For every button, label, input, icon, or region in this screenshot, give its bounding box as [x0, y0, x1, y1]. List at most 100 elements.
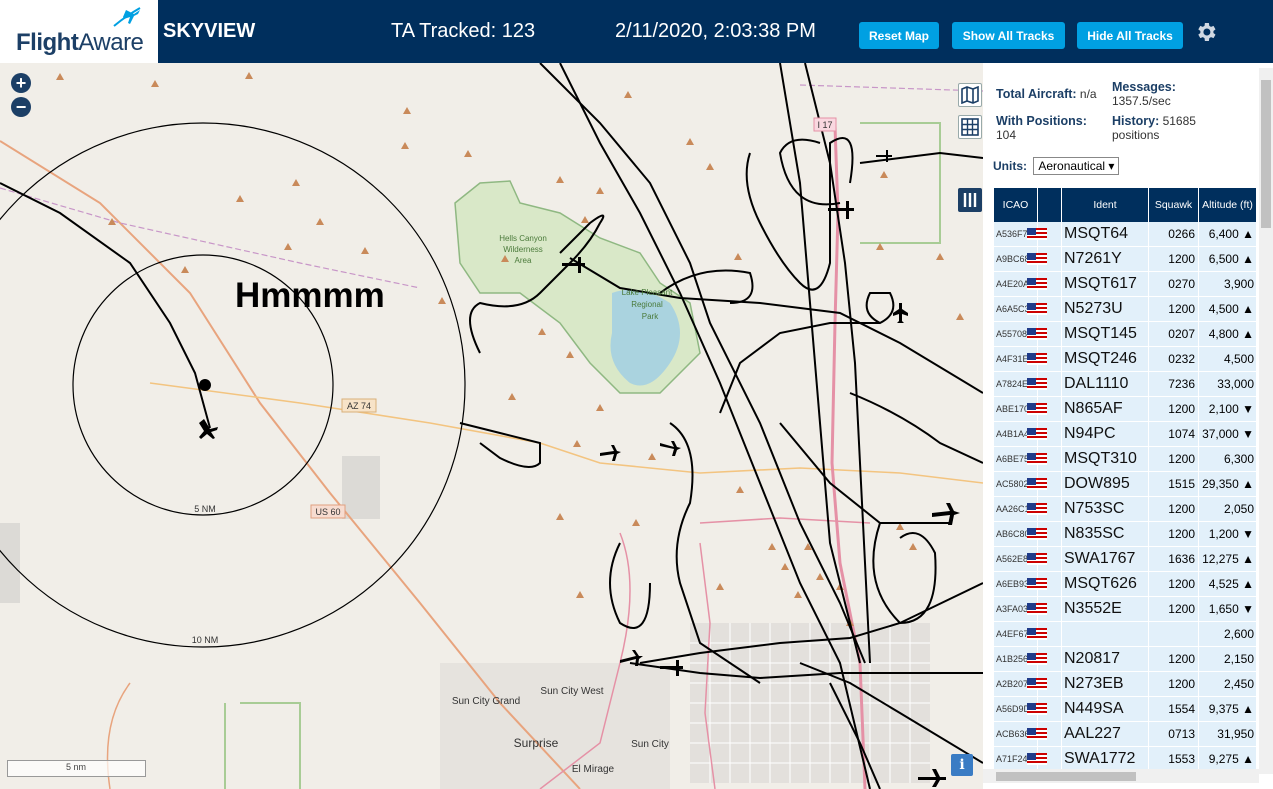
us-flag-icon — [1026, 453, 1047, 465]
table-row[interactable]: A7824E DAL1110 7236 33,000 — [994, 371, 1257, 397]
columns-toggle-button[interactable] — [958, 188, 982, 212]
map-canvas[interactable]: Hells Canyon Wilderness Area Lake Pleasa… — [0, 63, 983, 789]
altitude-cell: 4,525 ▲ — [1199, 571, 1257, 597]
ident-cell: MSQT626 — [1038, 571, 1149, 597]
us-flag-icon — [1026, 678, 1047, 690]
map-icon — [961, 86, 979, 104]
table-row[interactable]: A4B1A4 N94PC 1074 37,000 ▼ — [994, 421, 1257, 447]
squawk-cell: 1553 — [1149, 746, 1199, 772]
squawk-cell: 1200 — [1149, 496, 1199, 522]
squawk-cell: 1636 — [1149, 546, 1199, 572]
table-row[interactable]: A1B256 N20817 1200 2,150 — [994, 646, 1257, 672]
table-header: ICAO Ident Squawk Altitude (ft) — [994, 188, 1257, 222]
altitude-cell: 12,275 ▲ — [1199, 546, 1257, 572]
squawk-cell: 1200 — [1149, 521, 1199, 547]
col-flag[interactable] — [1038, 188, 1062, 222]
map-layers-button[interactable] — [958, 83, 982, 107]
col-icao[interactable]: ICAO — [994, 188, 1038, 222]
altitude-cell: 9,375 ▲ — [1199, 696, 1257, 722]
table-row[interactable]: A6EB93 MSQT626 1200 4,525 ▲ — [994, 571, 1257, 597]
altitude-cell: 37,000 ▼ — [1199, 421, 1257, 447]
map-view[interactable]: Hells Canyon Wilderness Area Lake Pleasa… — [0, 63, 983, 789]
table-row[interactable]: AC5802 DOW895 1515 29,350 ▲ — [994, 471, 1257, 497]
table-row[interactable]: A4EF67 2,600 — [994, 621, 1257, 647]
ident-cell: DAL1110 — [1038, 371, 1149, 397]
table-row[interactable]: ACB636 AAL227 0713 31,950 — [994, 721, 1257, 747]
scroll-thumb[interactable] — [1261, 80, 1271, 228]
us-flag-icon — [1026, 703, 1047, 715]
columns-icon — [963, 193, 977, 207]
ident-cell: N5273U — [1038, 296, 1149, 322]
altitude-cell: 1,650 ▼ — [1199, 596, 1257, 622]
us-flag-icon — [1026, 303, 1047, 315]
col-altitude[interactable]: Altitude (ft) — [1199, 188, 1257, 222]
col-squawk[interactable]: Squawk — [1149, 188, 1199, 222]
table-row[interactable]: A2B207 N273EB 1200 2,450 — [994, 671, 1257, 697]
aircraft-table: ICAO Ident Squawk Altitude (ft) A536F7 MS… — [994, 188, 1257, 772]
altitude-cell: 6,400 ▲ — [1199, 221, 1257, 247]
table-row[interactable]: A562E8 SWA1767 1636 12,275 ▲ — [994, 546, 1257, 572]
table-row[interactable]: AB6C80 N835SC 1200 1,200 ▼ — [994, 521, 1257, 547]
ident-cell: N20817 — [1038, 646, 1149, 672]
ident-cell: N753SC — [1038, 496, 1149, 522]
table-row[interactable]: A536F7 MSQT64 0266 6,400 ▲ — [994, 221, 1257, 247]
table-row[interactable]: A9BC68 N7261Y 1200 6,500 ▲ — [994, 246, 1257, 272]
squawk-cell: 1200 — [1149, 396, 1199, 422]
place-label: Regional — [631, 300, 663, 309]
us-flag-icon — [1026, 403, 1047, 415]
info-icon[interactable]: i — [951, 754, 973, 776]
show-all-tracks-button[interactable]: Show All Tracks — [952, 22, 1065, 49]
ident-cell: SWA1767 — [1038, 546, 1149, 572]
squawk-cell: 1200 — [1149, 596, 1199, 622]
scale-bar: 5 nm — [7, 760, 146, 777]
place-label: El Mirage — [572, 764, 615, 775]
timestamp: 2/11/2020, 2:03:38 PM — [615, 20, 816, 42]
col-ident[interactable]: Ident — [1062, 188, 1149, 222]
ident-cell: N835SC — [1038, 521, 1149, 547]
altitude-cell: 6,500 ▲ — [1199, 246, 1257, 272]
units-row: Units: Aeronautical ▾ — [993, 157, 1120, 175]
table-row[interactable]: A55708 MSQT145 0207 4,800 ▲ — [994, 321, 1257, 347]
altitude-cell: 4,800 ▲ — [1199, 321, 1257, 347]
table-row[interactable]: A56D9D N449SA 1554 9,375 ▲ — [994, 696, 1257, 722]
us-flag-icon — [1026, 478, 1047, 490]
flightaware-logo[interactable]: FlightAware — [0, 0, 158, 63]
tracked-count: TA Tracked: 123 — [391, 20, 536, 42]
place-label: Hells Canyon — [499, 234, 547, 243]
altitude-cell: 31,950 — [1199, 721, 1257, 747]
grid-toggle-button[interactable] — [958, 115, 982, 139]
scroll-thumb[interactable] — [996, 772, 1136, 781]
map-annotation-text: Hmmmm — [235, 276, 385, 315]
reset-map-button[interactable]: Reset Map — [859, 22, 939, 49]
ident-cell: N7261Y — [1038, 246, 1149, 272]
squawk-cell: 0713 — [1149, 721, 1199, 747]
table-row[interactable]: A6A5C3 N5273U 1200 4,500 ▲ — [994, 296, 1257, 322]
table-row[interactable]: A6BE75 MSQT310 1200 6,300 — [994, 446, 1257, 472]
ident-cell — [1038, 621, 1149, 647]
table-row[interactable]: A4F31E MSQT246 0232 4,500 — [994, 346, 1257, 372]
table-row[interactable]: ABE170 N865AF 1200 2,100 ▼ — [994, 396, 1257, 422]
gear-icon[interactable] — [1194, 20, 1218, 44]
horizontal-scrollbar[interactable] — [983, 769, 1259, 783]
hide-all-tracks-button[interactable]: Hide All Tracks — [1077, 22, 1183, 49]
us-flag-icon — [1026, 653, 1047, 665]
table-row[interactable]: A4E20A MSQT617 0270 3,900 — [994, 271, 1257, 297]
squawk-cell: 1200 — [1149, 246, 1199, 272]
altitude-cell: 2,150 — [1199, 646, 1257, 672]
table-row[interactable]: A3FA03 N3552E 1200 1,650 ▼ — [994, 596, 1257, 622]
place-label: Sun City West — [540, 686, 603, 697]
skyview-app: FlightAware SKYVIEW TA Tracked: 123 2/11… — [0, 0, 1273, 789]
us-flag-icon — [1026, 428, 1047, 440]
header-bar: FlightAware SKYVIEW TA Tracked: 123 2/11… — [0, 0, 1273, 63]
scale-text: 5 nm — [66, 762, 87, 772]
zoom-in-button[interactable]: + — [11, 73, 31, 93]
ring-label-10nm: 10 NM — [192, 635, 219, 645]
table-row[interactable]: AA26C1 N753SC 1200 2,050 — [994, 496, 1257, 522]
squawk-cell: 1200 — [1149, 571, 1199, 597]
road-label: AZ 74 — [347, 401, 371, 411]
squawk-cell: 0207 — [1149, 321, 1199, 347]
vertical-scrollbar[interactable] — [1259, 68, 1273, 774]
zoom-out-button[interactable]: − — [11, 97, 31, 117]
ident-cell: MSQT64 — [1038, 221, 1149, 247]
units-select[interactable]: Aeronautical ▾ — [1033, 157, 1120, 175]
